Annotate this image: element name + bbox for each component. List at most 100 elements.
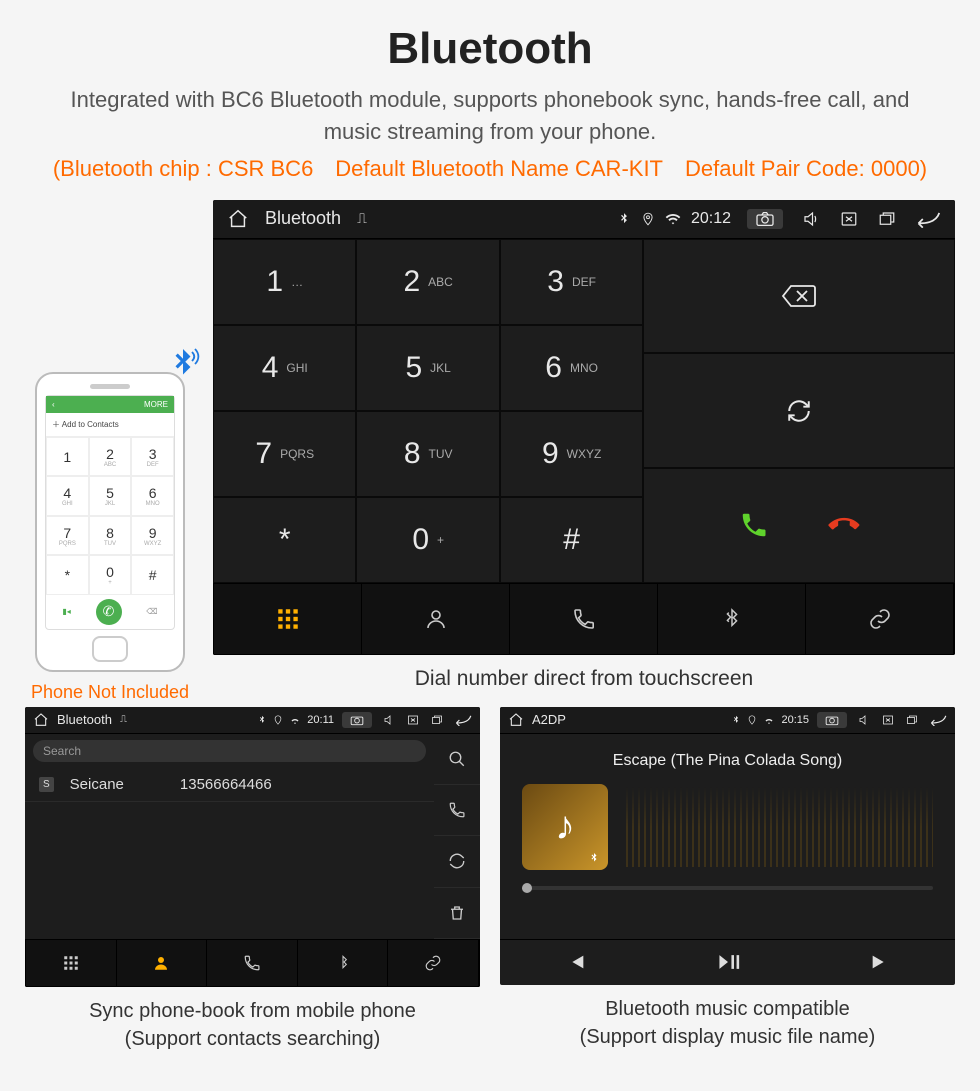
contact-row[interactable]: S Seicane 13566664466 bbox=[25, 768, 434, 802]
phone-key-0: 0+ bbox=[89, 555, 132, 595]
phonebook-panel: Bluetooth ⎍ 20:11 Search bbox=[25, 707, 480, 987]
phone-key-9: 9WXYZ bbox=[131, 516, 174, 556]
phone-key-#: # bbox=[131, 555, 174, 595]
play-pause-button[interactable] bbox=[716, 951, 740, 973]
page-title: Bluetooth bbox=[0, 0, 980, 84]
dialer-key-4[interactable]: 4GHI bbox=[213, 325, 356, 411]
prev-track-button[interactable] bbox=[565, 951, 587, 973]
tab-contacts[interactable] bbox=[362, 584, 510, 654]
dialer-key-2[interactable]: 2ABC bbox=[356, 239, 499, 325]
camera-icon[interactable] bbox=[747, 209, 783, 229]
search-input[interactable]: Search bbox=[33, 740, 426, 762]
tab-dialpad[interactable] bbox=[214, 584, 362, 654]
tab-contacts[interactable] bbox=[117, 940, 208, 986]
usb-icon: ⎍ bbox=[120, 714, 127, 725]
dialer-key-3[interactable]: 3DEF bbox=[500, 239, 643, 325]
contact-name: Seicane bbox=[70, 776, 124, 793]
tab-pair[interactable] bbox=[806, 584, 954, 654]
tab-recent[interactable] bbox=[510, 584, 658, 654]
tab-recent[interactable] bbox=[207, 940, 298, 986]
music-caption-2: (Support display music file name) bbox=[500, 1023, 955, 1051]
music-statusbar: A2DP 20:15 bbox=[500, 707, 955, 734]
dialer-key-*[interactable]: * bbox=[213, 497, 356, 583]
music-panel: A2DP 20:15 Escape (The Pina Colada Song) bbox=[500, 707, 955, 985]
next-track-button[interactable] bbox=[869, 951, 891, 973]
page-subtitle: Integrated with BC6 Bluetooth module, su… bbox=[0, 84, 980, 156]
phone-key-3: 3DEF bbox=[131, 437, 174, 477]
volume-icon[interactable] bbox=[857, 714, 871, 726]
side-call-icon[interactable] bbox=[434, 785, 480, 836]
close-icon[interactable] bbox=[406, 714, 420, 726]
dialer-statusbar: Bluetooth ⎍ 20:12 bbox=[213, 200, 955, 239]
progress-bar[interactable] bbox=[522, 886, 933, 890]
phone-keypad: 12ABC3DEF4GHI5JKL6MNO7PQRS8TUV9WXYZ*0+# bbox=[46, 437, 174, 595]
dialer-key-5[interactable]: 5JKL bbox=[356, 325, 499, 411]
call-button[interactable] bbox=[739, 510, 769, 540]
back-icon[interactable] bbox=[915, 210, 941, 228]
track-title: Escape (The Pina Colada Song) bbox=[522, 752, 933, 770]
link-icon bbox=[867, 607, 893, 631]
phone-add-contacts: ＋ Add to Contacts bbox=[46, 413, 174, 437]
redial-button[interactable] bbox=[643, 353, 955, 468]
backspace-button[interactable] bbox=[643, 239, 955, 354]
phone-top-more: MORE bbox=[144, 400, 168, 409]
camera-icon[interactable] bbox=[817, 712, 847, 728]
tab-bluetooth[interactable] bbox=[298, 940, 389, 986]
phone-key-*: * bbox=[46, 555, 89, 595]
phone-mockup: ‹MORE ＋ Add to Contacts 12ABC3DEF4GHI5JK… bbox=[35, 372, 185, 672]
tab-pair[interactable] bbox=[388, 940, 479, 986]
dialer-key-0[interactable]: 0+ bbox=[356, 497, 499, 583]
volume-icon[interactable] bbox=[382, 714, 396, 726]
music-note-icon: ♪ bbox=[555, 804, 575, 849]
side-search-icon[interactable] bbox=[434, 734, 480, 785]
side-delete-icon[interactable] bbox=[434, 888, 480, 939]
bluetooth-icon bbox=[257, 715, 267, 725]
dialer-key-#[interactable]: # bbox=[500, 497, 643, 583]
album-art: ♪ bbox=[522, 784, 608, 870]
dialer-key-7[interactable]: 7PQRS bbox=[213, 411, 356, 497]
dialer-keypad: 1…2ABC3DEF 4GHI5JKL6MNO 7PQRS8TUV9WXYZ *0+# bbox=[213, 239, 643, 583]
phonebook-statusbar: Bluetooth ⎍ 20:11 bbox=[25, 707, 480, 734]
phonebook-title: Bluetooth bbox=[57, 712, 112, 727]
contact-row bbox=[25, 802, 434, 939]
side-sync-icon[interactable] bbox=[434, 836, 480, 887]
album-bluetooth-icon bbox=[588, 852, 600, 864]
dialer-key-9[interactable]: 9WXYZ bbox=[500, 411, 643, 497]
phone-key-6: 6MNO bbox=[131, 476, 174, 516]
phone-key-1: 1 bbox=[46, 437, 89, 477]
visualizer bbox=[626, 787, 933, 867]
dialer-key-1[interactable]: 1… bbox=[213, 239, 356, 325]
dialer-key-8[interactable]: 8TUV bbox=[356, 411, 499, 497]
phonebook-caption-1: Sync phone-book from mobile phone bbox=[25, 997, 480, 1025]
contact-tag: S bbox=[39, 777, 54, 792]
location-icon bbox=[747, 715, 757, 725]
redial-icon bbox=[784, 398, 814, 424]
wifi-icon bbox=[289, 715, 301, 725]
recent-apps-icon[interactable] bbox=[430, 714, 444, 726]
home-icon[interactable] bbox=[227, 208, 249, 230]
dialer-key-6[interactable]: 6MNO bbox=[500, 325, 643, 411]
phone-backspace-icon: ⌫ bbox=[146, 607, 157, 616]
recent-apps-icon[interactable] bbox=[905, 714, 919, 726]
location-icon bbox=[273, 715, 283, 725]
tab-dialpad[interactable] bbox=[26, 940, 117, 986]
music-caption-1: Bluetooth music compatible bbox=[500, 995, 955, 1023]
contact-number: 13566664466 bbox=[180, 776, 272, 793]
usb-icon: ⎍ bbox=[357, 210, 367, 227]
music-time: 20:15 bbox=[781, 714, 809, 726]
volume-icon[interactable] bbox=[801, 210, 821, 228]
phone-icon bbox=[572, 607, 596, 631]
close-icon[interactable] bbox=[839, 210, 859, 228]
bluetooth-tab-icon bbox=[721, 606, 743, 632]
back-icon[interactable] bbox=[929, 714, 947, 726]
bluetooth-icon bbox=[731, 715, 741, 725]
back-icon[interactable] bbox=[454, 714, 472, 726]
home-icon[interactable] bbox=[33, 712, 49, 728]
hangup-button[interactable] bbox=[829, 510, 859, 540]
recent-apps-icon[interactable] bbox=[877, 210, 897, 228]
tab-bluetooth[interactable] bbox=[658, 584, 806, 654]
camera-icon[interactable] bbox=[342, 712, 372, 728]
wifi-icon bbox=[665, 212, 681, 226]
close-icon[interactable] bbox=[881, 714, 895, 726]
home-icon[interactable] bbox=[508, 712, 524, 728]
